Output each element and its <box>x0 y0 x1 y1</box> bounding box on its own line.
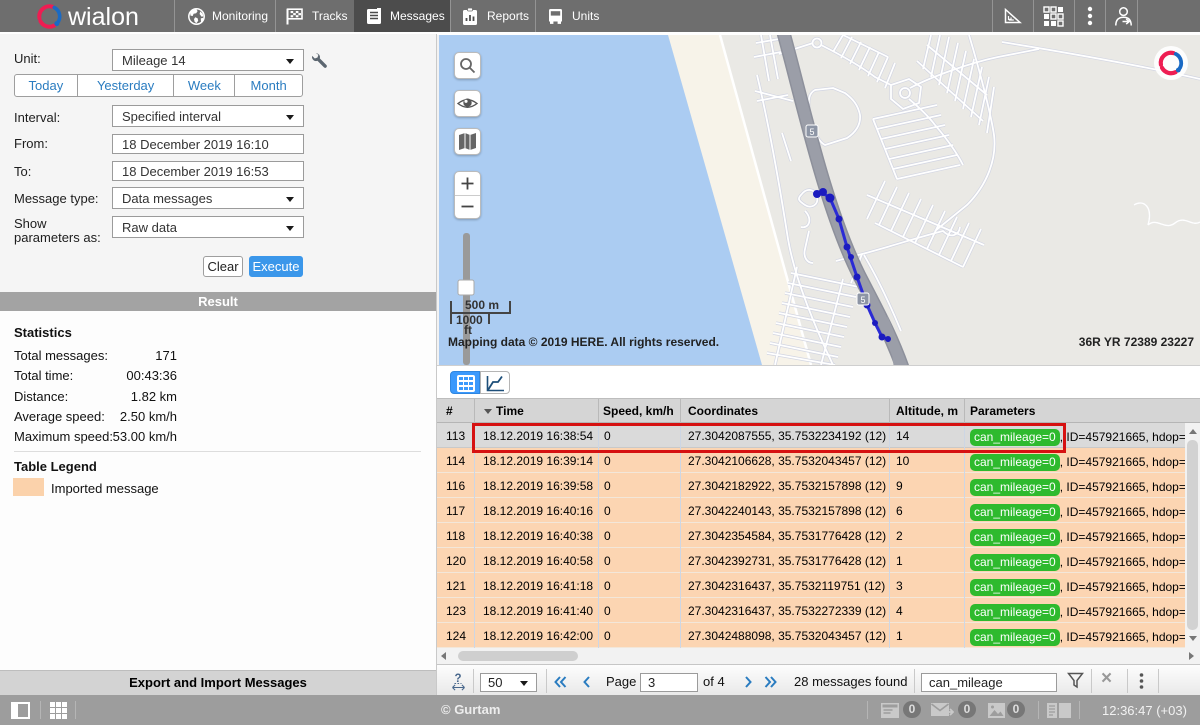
svg-text:36R YR 72389 23227: 36R YR 72389 23227 <box>1079 335 1195 349</box>
svg-text:5: 5 <box>809 127 814 137</box>
svg-text:500 m: 500 m <box>465 298 499 312</box>
svg-text:5: 5 <box>860 295 865 305</box>
svg-text:Mapping data © 2019 HERE. All: Mapping data © 2019 HERE. All rights res… <box>448 335 719 349</box>
